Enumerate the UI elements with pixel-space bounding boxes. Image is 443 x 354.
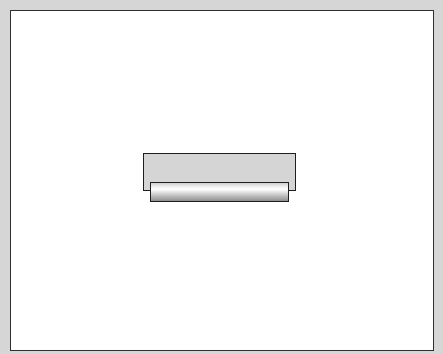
roller-shape[interactable] [150,182,289,202]
